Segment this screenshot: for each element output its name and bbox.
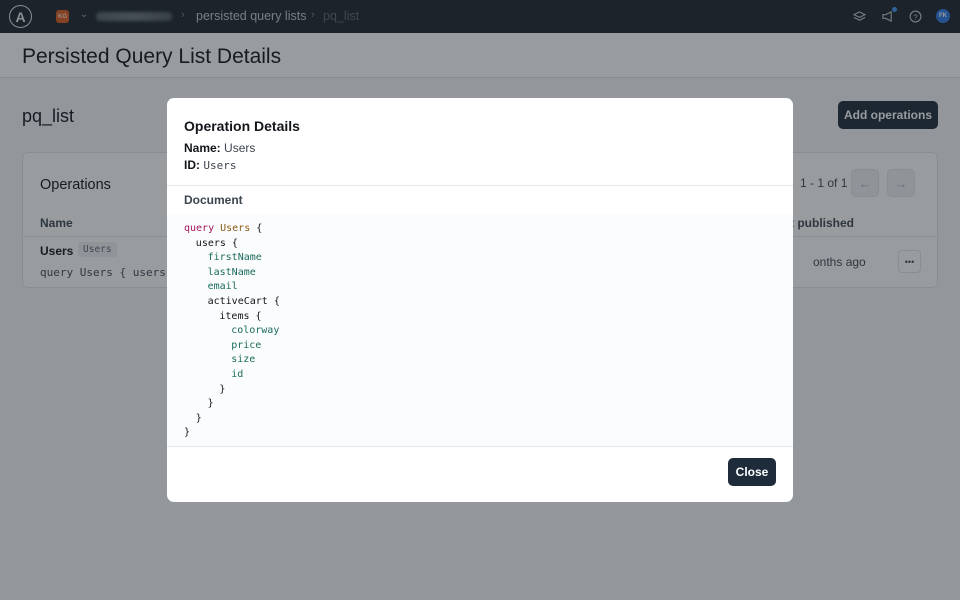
code-token: { [267,296,280,307]
code-token: id [231,369,244,380]
code-token: { [249,310,262,322]
code-token: lastName [207,266,256,278]
document-label: Document [184,193,243,207]
modal-title: Operation Details [184,118,300,134]
code-token: { [225,237,238,249]
code-line: activeCart { [208,295,280,309]
code-token: Users [220,223,251,234]
modal-divider [167,446,793,447]
code-line: users { [196,237,238,251]
operation-name-line: Name: Users [184,141,255,155]
code-token: email [207,281,238,293]
code-line: } [208,397,214,411]
code-line: lastName [208,266,256,280]
operation-id-line: ID: Users [184,158,236,172]
id-value: Users [203,159,237,172]
code-token: } [195,412,202,424]
code-line: query Users { [184,222,262,236]
code-line: items { [219,310,261,324]
code-token: { [250,223,263,234]
code-line: firstName [208,251,262,265]
name-label: Name: [184,141,221,155]
code-line: id [231,368,243,382]
code-token: } [207,398,214,410]
code-line: colorway [231,324,279,338]
code-token: size [231,354,256,366]
code-line: } [219,383,225,397]
code-line: size [231,353,255,367]
id-label: ID: [184,158,200,172]
code-token: colorway [231,325,280,337]
code-token: price [231,339,262,351]
name-value: Users [224,141,256,155]
code-line: price [231,339,261,353]
close-button[interactable]: Close [728,458,776,486]
code-token: users [195,237,226,249]
code-token: activeCart [207,296,268,307]
code-token: firstName [207,252,262,264]
document-code-block[interactable]: query Users {users {firstName lastName ema… [167,214,793,446]
modal-divider [167,185,793,186]
code-line: email [208,280,238,294]
code-line: } [184,426,190,440]
operation-details-modal: Operation Details Name: Users ID: Users … [167,98,793,502]
code-token: items [219,310,250,322]
code-token: query [184,223,221,234]
code-token: } [219,383,226,395]
code-token: } [184,427,191,439]
code-line: } [196,412,202,426]
